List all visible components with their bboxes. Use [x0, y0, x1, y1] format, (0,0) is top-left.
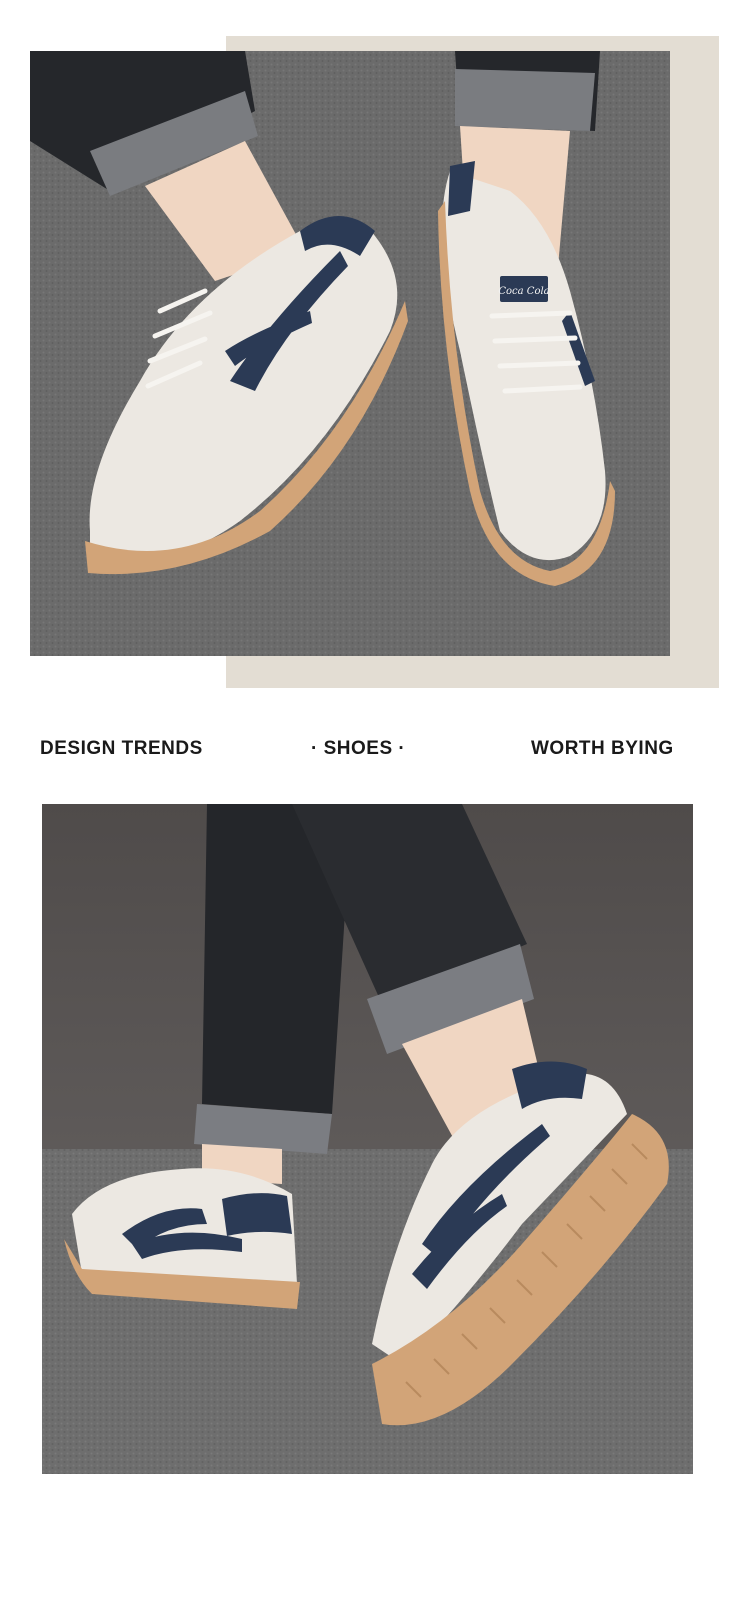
tagline-row: DESIGN TRENDS · SHOES · WORTH BYING: [0, 738, 750, 768]
coca-cola-logo: Coca Cola: [498, 286, 549, 297]
tagline-worth-buying: WORTH BYING: [531, 738, 674, 759]
tagline-design-trends: DESIGN TRENDS: [40, 738, 203, 759]
sneaker-photo-top: Coca Cola: [30, 51, 670, 656]
shoe-back-heel-tab: [222, 1193, 292, 1236]
sneaker-illustration-top: Coca Cola: [30, 51, 670, 656]
sneaker-photo-bottom: [42, 804, 693, 1474]
tagline-shoes: · SHOES ·: [311, 738, 406, 759]
jeans-cuff-right: [455, 69, 595, 131]
sneaker-illustration-bottom: [42, 804, 693, 1474]
